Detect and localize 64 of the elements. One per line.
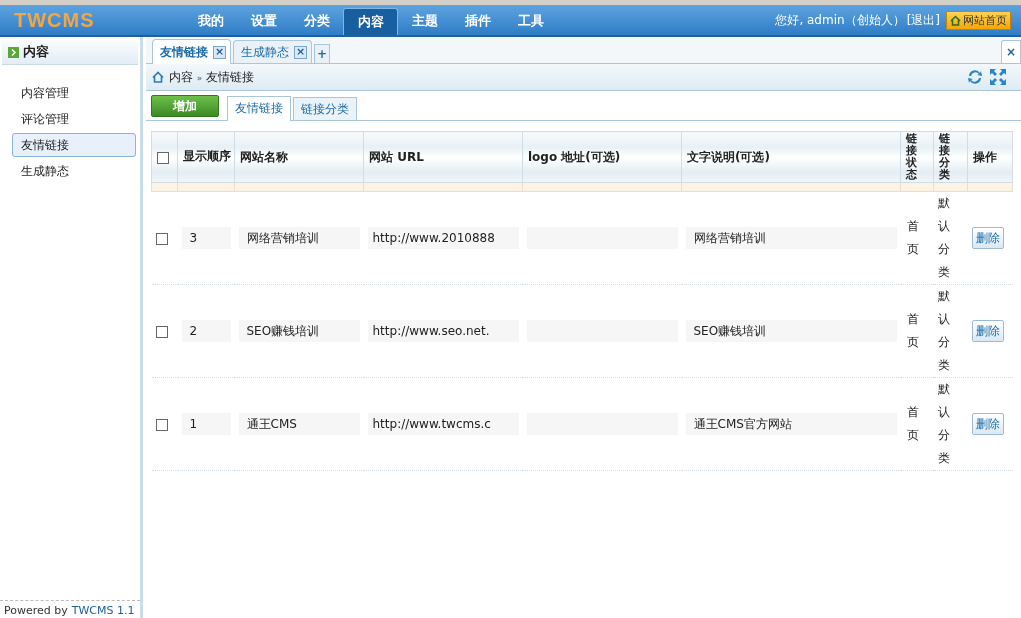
column-header: 显示顺序 — [183, 150, 231, 164]
arrow-icon — [8, 46, 19, 58]
url-field[interactable]: http://www.2010888 — [367, 227, 519, 249]
column-header: 链接分类 — [939, 132, 950, 182]
sidebar-item[interactable]: 评论管理 — [12, 107, 136, 131]
description-field[interactable]: SEO赚钱培训 — [685, 320, 897, 342]
order-field[interactable]: 2 — [181, 320, 231, 342]
column-header: 操作 — [973, 149, 997, 164]
category-text: 默认分类 — [937, 288, 950, 374]
house-icon — [950, 14, 961, 26]
add-tab-button[interactable]: + — [314, 44, 330, 63]
description-field[interactable]: 网络营销培训 — [685, 227, 897, 249]
column-header: 网站 URL — [369, 149, 424, 164]
logo: TWCMS — [13, 8, 96, 32]
breadcrumb: 内容 » 友情链接 — [169, 68, 255, 86]
name-field[interactable]: 网络营销培训 — [238, 227, 360, 249]
url-field[interactable]: http://www.seo.net. — [367, 320, 519, 342]
column-header: 链接状态 — [906, 132, 917, 182]
page-tab[interactable]: 生成静态 × — [233, 40, 312, 63]
column-header: logo 地址(可选) — [528, 149, 621, 164]
close-button[interactable]: × — [1001, 40, 1021, 63]
status-text: 首页 — [906, 218, 919, 258]
greeting-text: 您好, admin（创始人） — [775, 11, 905, 29]
column-header: 网站名称 — [240, 149, 288, 164]
name-field[interactable]: 通王CMS — [238, 413, 360, 435]
order-field[interactable]: 1 — [181, 413, 231, 435]
sub-tab[interactable]: 友情链接 — [227, 96, 291, 121]
category-text: 默认分类 — [937, 381, 950, 467]
nav-tab[interactable]: 内容 — [343, 8, 398, 35]
row-checkbox[interactable] — [155, 325, 168, 338]
delete-button[interactable]: 删除 — [971, 413, 1004, 435]
nav-tab[interactable]: 主题 — [398, 8, 451, 34]
category-text: 默认分类 — [937, 195, 950, 281]
order-field[interactable]: 3 — [181, 227, 231, 249]
nav-tab[interactable]: 工具 — [504, 8, 557, 34]
column-header: 文字说明(可选) — [687, 149, 770, 164]
sub-tab[interactable]: 链接分类 — [293, 97, 357, 120]
select-all-checkbox[interactable] — [157, 151, 169, 164]
footer-link[interactable]: TWCMS 1.1 — [71, 604, 135, 617]
tab-close-button[interactable]: × — [213, 45, 226, 59]
name-field[interactable]: SEO赚钱培训 — [238, 320, 360, 342]
site-home-button[interactable]: 网站首页 — [946, 10, 1011, 30]
sidebar-item[interactable]: 内容管理 — [12, 81, 136, 105]
status-text: 首页 — [906, 404, 919, 444]
url-field[interactable]: http://www.twcms.c — [367, 413, 519, 435]
nav-tab[interactable]: 分类 — [290, 8, 343, 34]
home-icon — [152, 71, 164, 83]
nav-tab[interactable]: 设置 — [237, 8, 290, 34]
footer-text: Powered by — [4, 604, 68, 617]
sidebar-item[interactable]: 生成静态 — [12, 159, 136, 183]
tab-close-button[interactable]: × — [294, 45, 307, 59]
row-checkbox[interactable] — [155, 418, 168, 431]
delete-button[interactable]: 删除 — [971, 320, 1004, 342]
nav-tab[interactable]: 我的 — [184, 8, 237, 34]
status-text: 首页 — [906, 311, 919, 351]
description-field[interactable]: 通王CMS官方网站 — [685, 413, 897, 435]
row-checkbox[interactable] — [155, 232, 168, 245]
nav-tab[interactable]: 插件 — [451, 8, 504, 34]
page-tab[interactable]: 友情链接 × — [152, 39, 231, 64]
fullscreen-icon[interactable] — [989, 68, 1007, 86]
sidebar-item[interactable]: 友情链接 — [12, 133, 136, 157]
refresh-icon[interactable] — [966, 68, 984, 86]
delete-button[interactable]: 删除 — [971, 227, 1004, 249]
sidebar-title: 内容 — [23, 43, 49, 61]
